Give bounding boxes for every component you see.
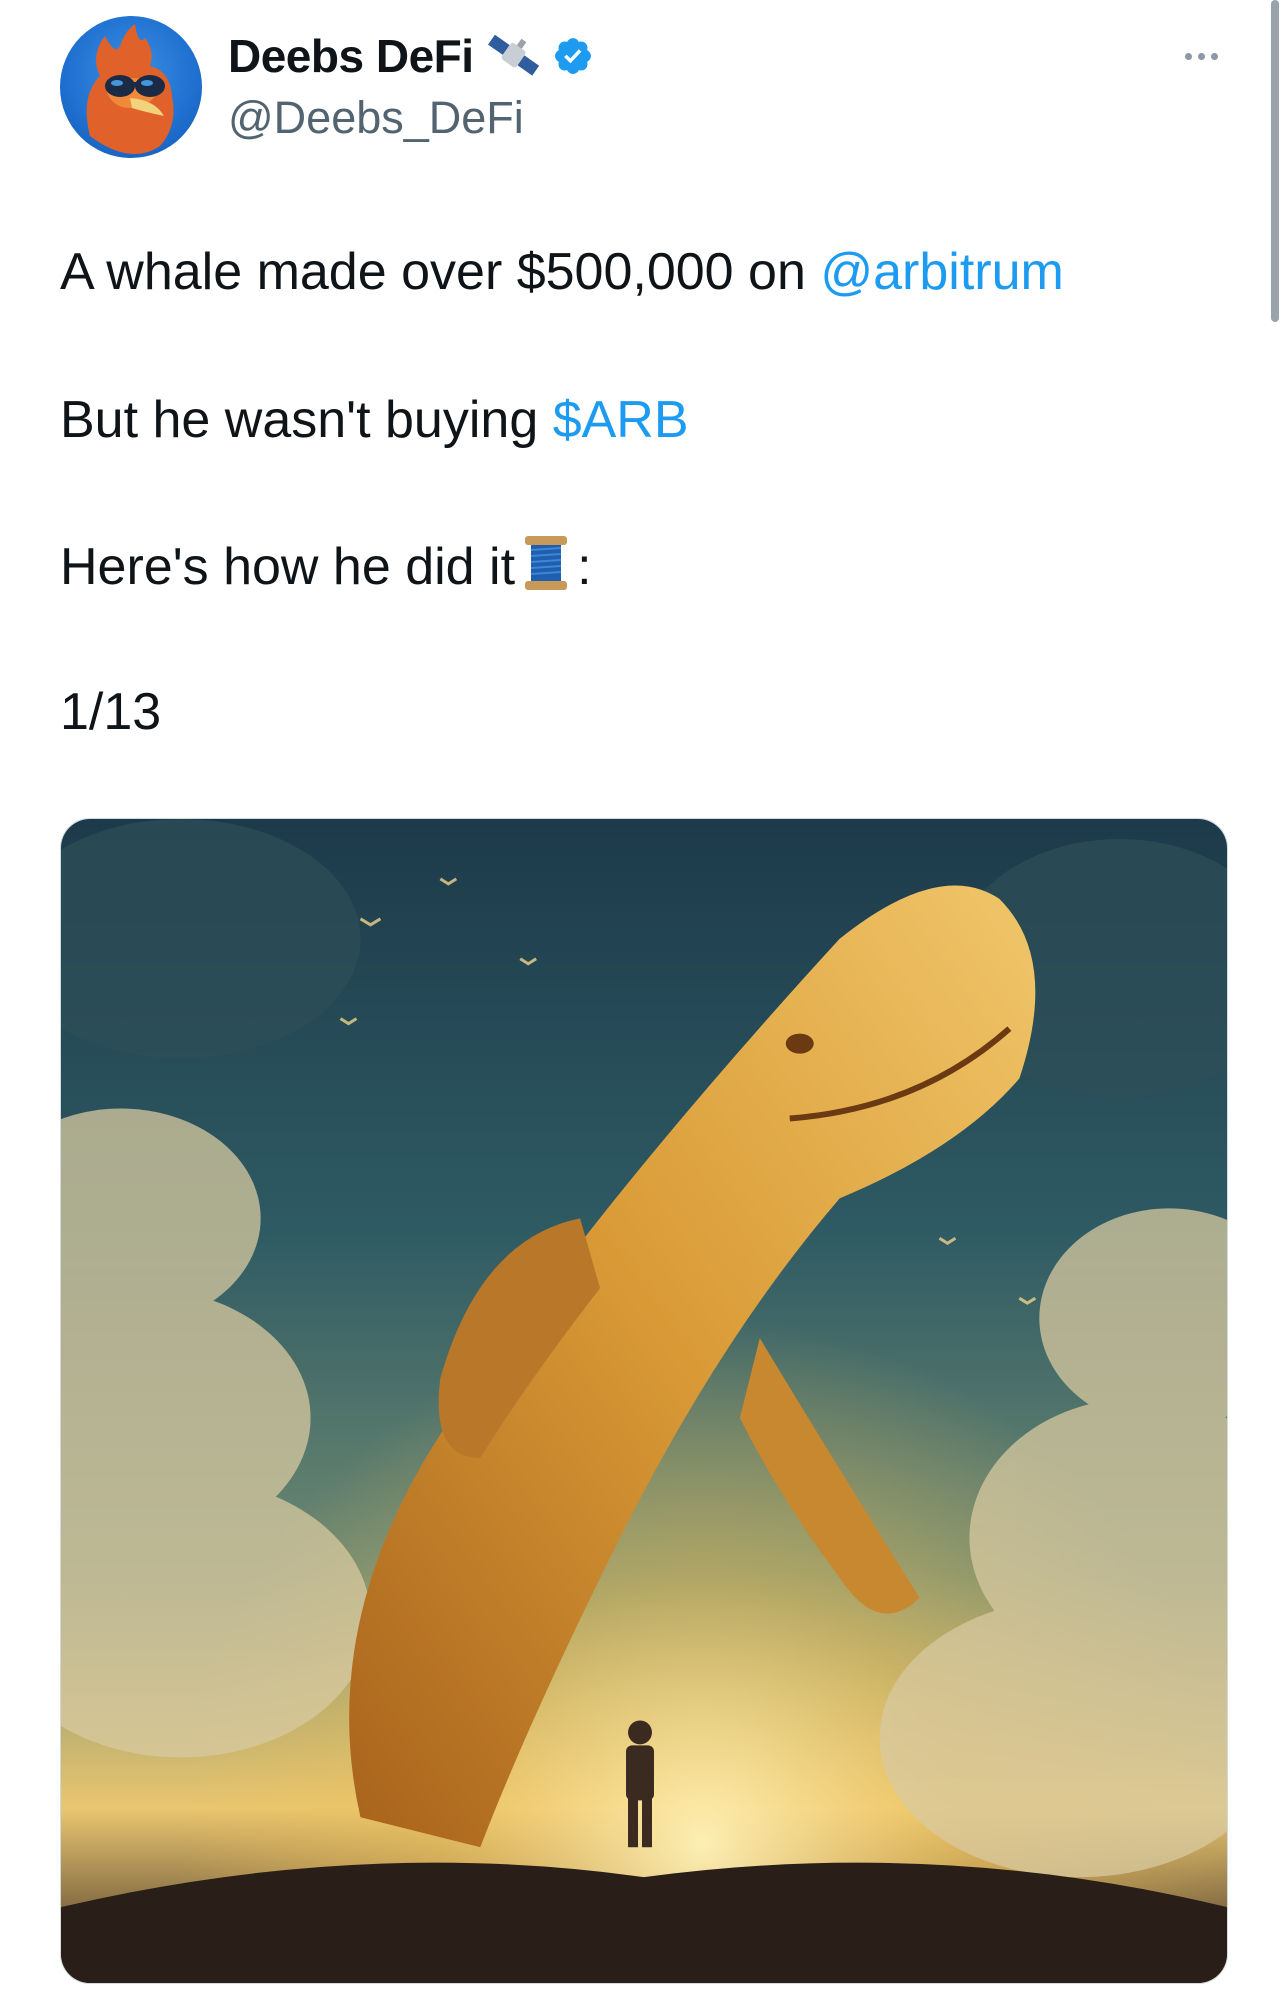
golden-whale-illustration [61,819,1227,1983]
dot-icon [1197,52,1205,60]
tweet-line-2: But he wasn't buying $ARB [60,388,689,452]
scrollbar[interactable] [1271,0,1279,322]
tweet-text: But he wasn't buying [60,391,553,449]
thread-spool-icon [523,534,569,607]
dot-icon [1184,52,1192,60]
tweet-text: A whale made over $500,000 on [60,243,821,301]
verified-badge-icon [552,35,594,77]
phoenix-avatar-icon [86,24,174,154]
author-name-row[interactable]: Deebs DeFi [228,26,594,86]
avatar[interactable] [60,16,202,158]
tweet-image[interactable] [60,818,1228,1984]
tweet-text: Here's how he did it [60,538,516,596]
tweet-line-4: 1/13 [60,683,162,741]
mention-link[interactable]: @arbitrum [820,243,1064,301]
tweet-line-3: Here's how he did it: [60,534,592,607]
tweet-line-1: A whale made over $500,000 on @arbitrum [60,240,1064,304]
author-handle[interactable]: @Deebs_DeFi [228,92,524,144]
satellite-icon [484,31,542,81]
more-options-button[interactable] [1176,36,1226,76]
dot-icon [1210,52,1218,60]
cashtag-link[interactable]: $ARB [553,391,689,449]
tweet-text: : [577,538,592,596]
display-name[interactable]: Deebs DeFi [228,29,474,83]
